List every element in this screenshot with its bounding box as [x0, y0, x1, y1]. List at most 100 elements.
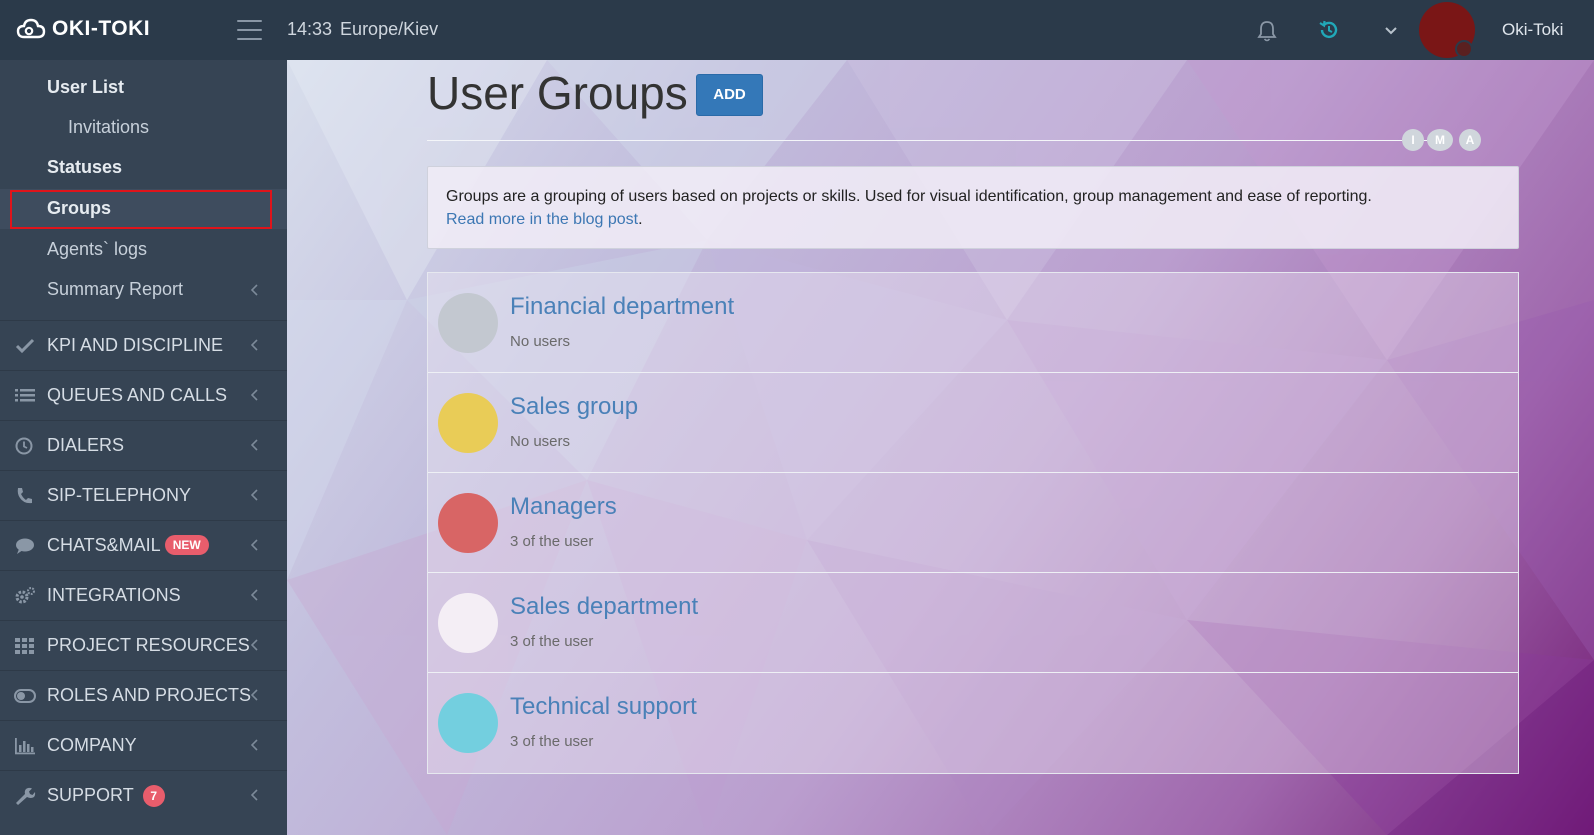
chevron-left-icon: [250, 439, 258, 451]
sidebar-item-label: Agents` logs: [47, 239, 148, 259]
top-bar: OKI-TOKI 14:33 Europe/Kiev Oki-Toki: [0, 0, 1594, 60]
sidebar-item-label: Invitations: [68, 117, 150, 137]
view-toggle-m[interactable]: M: [1427, 129, 1453, 151]
add-group-button[interactable]: ADD: [696, 74, 763, 116]
group-name[interactable]: Sales group: [510, 393, 638, 421]
toggle-icon: [14, 689, 36, 703]
sidebar-item-agents-logs[interactable]: Agents` logs: [0, 230, 287, 270]
chevron-left-icon: [250, 689, 258, 701]
chevron-left-icon: [250, 589, 258, 601]
view-toggle-a[interactable]: A: [1459, 129, 1481, 151]
sidebar-section-queues-and-calls[interactable]: QUEUES AND CALLS: [0, 370, 287, 420]
sidebar-section-label: CHATS&MAIL NEW: [47, 535, 209, 556]
sidebar-item-summary-report[interactable]: Summary Report: [0, 270, 287, 310]
wrench-icon: [16, 787, 36, 805]
view-toggle-i[interactable]: I: [1402, 129, 1424, 151]
sidebar-section-roles-and-projects[interactable]: ROLES AND PROJECTS: [0, 670, 287, 720]
info-text: Groups are a grouping of users based on …: [446, 188, 1372, 205]
group-row-sales-group[interactable]: Sales group No users: [428, 373, 1518, 473]
sidebar-item-invitations[interactable]: Invitations: [0, 108, 287, 148]
info-link-suffix: .: [638, 211, 643, 228]
username[interactable]: Oki-Toki: [1502, 20, 1563, 40]
notifications-bell-icon[interactable]: [1257, 20, 1277, 46]
sidebar-section-label: SIP-TELEPHONY: [47, 485, 192, 505]
hamburger-line: [237, 38, 262, 40]
menu-toggle-button[interactable]: [237, 20, 262, 40]
chevron-left-icon: [250, 339, 258, 351]
sidebar-item-label: Summary Report: [47, 279, 184, 299]
sidebar-section-label: QUEUES AND CALLS: [47, 385, 228, 405]
sidebar-item-label: Groups: [47, 198, 112, 218]
sidebar-section-label: INTEGRATIONS: [47, 585, 181, 605]
phone-icon: [17, 488, 32, 504]
status-dot: [1455, 40, 1473, 58]
sidebar-item-user-list[interactable]: User List: [0, 68, 287, 108]
avatar[interactable]: [1419, 2, 1475, 58]
sidebar-section-label: KPI AND DISCIPLINE: [47, 335, 224, 355]
group-user-count: 3 of the user: [510, 733, 594, 750]
sidebar-section-label: SUPPORT 7: [47, 785, 165, 807]
group-user-count: 3 of the user: [510, 533, 594, 550]
sidebar-section-company[interactable]: COMPANY: [0, 720, 287, 770]
clock-icon: [15, 437, 33, 455]
group-name[interactable]: Sales department: [510, 593, 698, 621]
chevron-left-icon: [250, 789, 258, 801]
group-color-circle: [438, 593, 498, 653]
logo-text: OKI-TOKI: [52, 17, 151, 40]
group-color-circle: [438, 393, 498, 453]
chevron-left-icon: [250, 489, 258, 501]
check-icon: [15, 338, 35, 354]
hamburger-line: [237, 29, 262, 31]
chevron-left-icon: [250, 539, 258, 551]
history-icon[interactable]: [1318, 19, 1340, 45]
sidebar-section-integrations[interactable]: INTEGRATIONS: [0, 570, 287, 620]
sidebar-item-label: User List: [47, 77, 125, 97]
group-user-count: No users: [510, 433, 571, 450]
main-content: User Groups ADD I M A Groups are a group…: [287, 60, 1594, 835]
sidebar-section-label-text: CHATS&MAIL: [47, 535, 161, 555]
chevron-down-icon[interactable]: [1384, 22, 1398, 41]
chevron-left-icon: [250, 739, 258, 751]
group-user-count: No users: [510, 333, 571, 350]
logo[interactable]: OKI-TOKI: [16, 17, 150, 41]
new-badge: NEW: [164, 535, 209, 555]
sidebar-section-label-text: SUPPORT: [47, 785, 134, 805]
sidebar-section-support[interactable]: SUPPORT 7: [0, 770, 287, 820]
group-row-managers[interactable]: Managers 3 of the user: [428, 473, 1518, 573]
bar-chart-icon: [15, 738, 35, 755]
group-name[interactable]: Technical support: [510, 693, 697, 721]
group-row-sales-department[interactable]: Sales department 3 of the user: [428, 573, 1518, 673]
cloud-logo-icon: [16, 18, 46, 39]
sidebar-item-label: Statuses: [47, 157, 123, 177]
sidebar-section-sip-telephony[interactable]: SIP-TELEPHONY: [0, 470, 287, 520]
sidebar-item-groups[interactable]: Groups: [0, 189, 287, 229]
sidebar-section-label: DIALERS: [47, 435, 125, 455]
chat-icon: [16, 538, 34, 554]
group-color-circle: [438, 293, 498, 353]
page-title: User Groups: [427, 67, 688, 119]
sidebar-section-label: COMPANY: [47, 735, 137, 755]
group-row-technical-support[interactable]: Technical support 3 of the user: [428, 673, 1518, 773]
group-name[interactable]: Managers: [510, 493, 617, 521]
clock-timezone: Europe/Kiev: [340, 19, 439, 39]
sidebar-section-label: PROJECT RESOURCES: [47, 635, 250, 655]
blog-post-link[interactable]: Read more in the blog post: [446, 211, 638, 228]
group-color-circle: [438, 493, 498, 553]
hamburger-line: [237, 20, 262, 22]
chevron-left-icon: [250, 284, 258, 296]
group-name[interactable]: Financial department: [510, 293, 734, 321]
support-count-badge: 7: [142, 785, 165, 807]
sidebar-section-dialers[interactable]: DIALERS: [0, 420, 287, 470]
group-user-count: 3 of the user: [510, 633, 594, 650]
sidebar-item-statuses[interactable]: Statuses: [0, 148, 287, 188]
sidebar-section-project-resources[interactable]: PROJECT RESOURCES: [0, 620, 287, 670]
group-row-financial-department[interactable]: Financial department No users: [428, 273, 1518, 373]
groups-list: Financial department No users Sales grou…: [427, 272, 1519, 774]
clock: 14:33 Europe/Kiev: [287, 19, 438, 40]
clock-time: 14:33: [287, 19, 333, 39]
chevron-left-icon: [250, 389, 258, 401]
list-icon: [15, 389, 35, 402]
sidebar-section-kpi-and-discipline[interactable]: KPI AND DISCIPLINE: [0, 320, 287, 370]
sidebar-section-chats-mail[interactable]: CHATS&MAIL NEW: [0, 520, 287, 570]
title-divider: [427, 140, 1427, 141]
